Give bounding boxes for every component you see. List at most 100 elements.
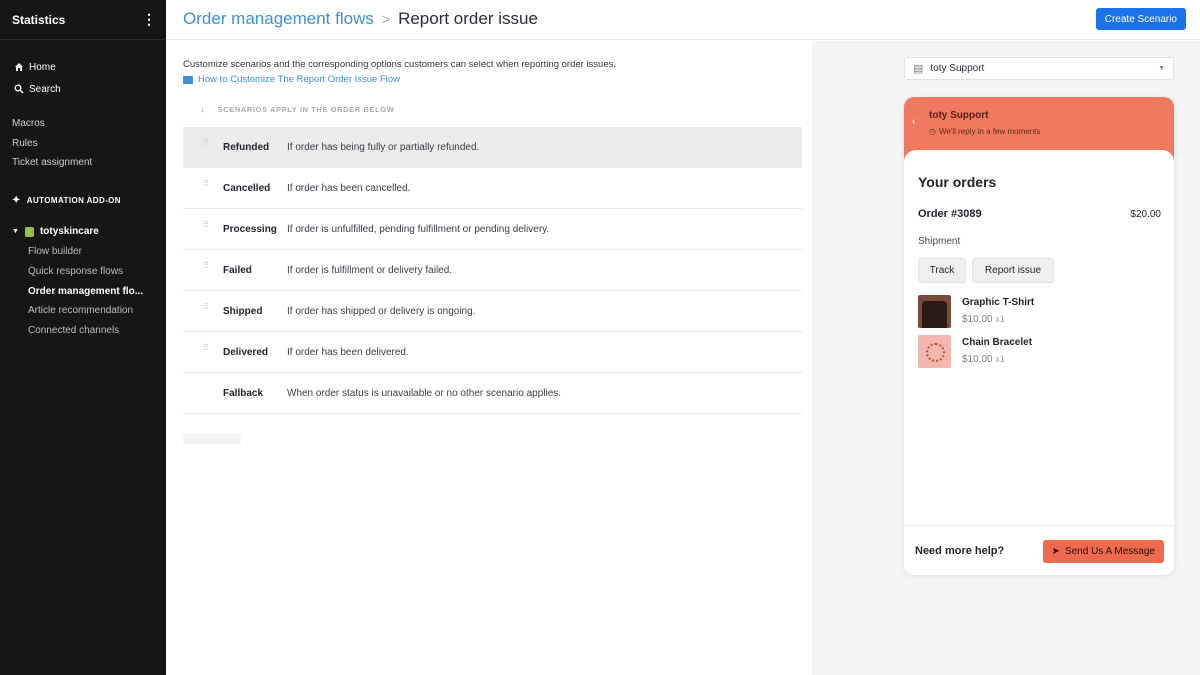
sidebar-title[interactable]: Statistics <box>12 13 65 27</box>
help-link-label: How to Customize The Report Order Issue … <box>198 74 401 85</box>
product-item: Chain Bracelet $10.00 x1 <box>918 335 1032 368</box>
product-price: $10.00 <box>962 314 993 325</box>
drag-handle-icon[interactable]: ⠿ <box>203 139 209 151</box>
sidebar-item-order-management-flows[interactable]: Order management flo... <box>28 286 143 297</box>
drag-handle-icon[interactable]: ⠿ <box>203 180 209 192</box>
loading-placeholder <box>183 434 241 444</box>
drag-handle-icon[interactable]: ⠿ <box>203 262 209 274</box>
sidebar-item-rules[interactable]: Rules <box>12 138 38 149</box>
paper-plane-icon: ➤ <box>1051 546 1060 557</box>
report-issue-button[interactable]: Report issue <box>972 258 1054 283</box>
scenario-name: Failed <box>223 264 252 276</box>
caret-down-icon: ▼ <box>12 228 19 235</box>
back-arrow-icon[interactable]: ‹ <box>912 116 915 127</box>
scenario-description: If order has shipped or delivery is ongo… <box>287 305 476 317</box>
scenario-row-fallback[interactable]: Fallback When order status is unavailabl… <box>183 373 802 414</box>
sidebar-item-macros[interactable]: Macros <box>12 118 45 129</box>
drag-handle-icon[interactable]: ⠿ <box>203 303 209 315</box>
scenario-description: If order has been cancelled. <box>287 182 411 194</box>
arrow-down-icon: ↓ <box>200 104 206 115</box>
sidebar-item-label: Home <box>29 61 56 73</box>
drag-handle-icon[interactable]: ⠿ <box>203 221 209 233</box>
product-image <box>918 335 951 368</box>
scenarios-table: ⠿ Refunded If order has being fully or p… <box>183 127 802 414</box>
widget-subtitle: ◷ We'll reply in a few moments <box>929 127 1040 136</box>
automation-addon-section: ✦ AUTOMATION ADD-ON <box>12 195 121 206</box>
product-price: $10.00 <box>962 354 993 365</box>
sidebar: Statistics ⋮ Home Search Macros Rules Ti… <box>0 0 166 675</box>
orders-title: Your orders <box>918 174 997 190</box>
sidebar-item-search[interactable]: Search <box>14 78 61 100</box>
widget-title: toty Support <box>929 110 989 121</box>
sidebar-item-home[interactable]: Home <box>14 56 61 78</box>
page-header: Order management flows > Report order is… <box>166 0 1200 40</box>
scenario-row-refunded[interactable]: ⠿ Refunded If order has being fully or p… <box>183 127 802 168</box>
clock-icon: ◷ <box>929 127 936 136</box>
product-quantity: x1 <box>995 314 1005 324</box>
product-item: Graphic T-Shirt $10.00 x1 <box>918 295 1034 328</box>
sidebar-header: Statistics ⋮ <box>0 0 166 40</box>
store-toggle[interactable]: ▼ totyskincare <box>12 226 99 237</box>
more-options-icon[interactable]: ⋮ <box>142 11 156 28</box>
create-scenario-button[interactable]: Create Scenario <box>1095 8 1186 30</box>
scenario-row-delivered[interactable]: ⠿ Delivered If order has been delivered. <box>183 332 802 373</box>
reply-time-text: We'll reply in a few moments <box>938 127 1041 136</box>
scenario-name: Cancelled <box>223 182 271 194</box>
track-button[interactable]: Track <box>918 258 966 283</box>
scenario-description: If order is fulfillment or delivery fail… <box>287 264 453 276</box>
product-price-row: $10.00 x1 <box>962 354 1032 365</box>
sidebar-item-quick-response-flows[interactable]: Quick response flows <box>28 266 123 277</box>
channel-select[interactable]: ▤ toty Support ▼ <box>904 57 1174 80</box>
sidebar-item-connected-channels[interactable]: Connected channels <box>28 325 119 336</box>
scenario-description: If order is unfulfilled, pending fulfill… <box>287 223 550 235</box>
shopify-icon <box>24 226 34 237</box>
automation-addon-label: AUTOMATION ADD-ON <box>26 196 121 205</box>
need-help-text: Need more help? <box>915 545 1005 557</box>
book-icon <box>183 75 193 84</box>
shipment-label: Shipment <box>918 236 961 247</box>
scenario-row-processing[interactable]: ⠿ Processing If order is unfulfilled, pe… <box>183 209 802 250</box>
chat-widget-preview: ‹ toty Support ◷ We'll reply in a few mo… <box>904 97 1174 575</box>
send-message-button[interactable]: ➤ Send Us A Message <box>1042 540 1164 563</box>
scenario-description: When order status is unavailable or no o… <box>287 387 562 399</box>
page-title: Report order issue <box>398 9 538 28</box>
scenario-description: If order has been delivered. <box>287 346 409 358</box>
drag-handle-icon[interactable]: ⠿ <box>203 344 209 356</box>
sparkle-icon: ✦ <box>12 195 21 206</box>
order-total: $20.00 <box>1130 209 1161 220</box>
scenario-description: If order has being fully or partially re… <box>287 141 480 153</box>
widget-body: Your orders Order #3089 $20.00 Shipment … <box>904 150 1174 525</box>
scenarios-header-label: SCENARIOS APPLY IN THE ORDER BELOW <box>217 105 395 114</box>
main-content: Customize scenarios and the correspondin… <box>166 41 812 675</box>
scenario-row-shipped[interactable]: ⠿ Shipped If order has shipped or delive… <box>183 291 802 332</box>
help-article-link[interactable]: How to Customize The Report Order Issue … <box>183 74 400 85</box>
send-message-label: Send Us A Message <box>1064 546 1155 557</box>
breadcrumb-parent-link[interactable]: Order management flows <box>183 9 374 29</box>
sidebar-item-label: Search <box>29 83 61 95</box>
product-quantity: x1 <box>995 354 1005 364</box>
product-name: Graphic T-Shirt <box>962 297 1035 308</box>
widget-footer: Need more help? ➤ Send Us A Message <box>904 525 1174 575</box>
scenario-name: Refunded <box>223 141 270 153</box>
chat-icon: ▤ <box>913 63 924 75</box>
preview-panel: ▤ toty Support ▼ ‹ toty Support ◷ We'll … <box>812 41 1200 675</box>
chevron-down-icon: ▼ <box>1158 65 1165 72</box>
store-name: totyskincare <box>39 226 99 237</box>
search-icon <box>14 84 24 94</box>
home-icon <box>15 63 23 71</box>
sidebar-item-ticket-assignment[interactable]: Ticket assignment <box>12 157 92 168</box>
scenario-name: Fallback <box>223 387 264 399</box>
product-image <box>918 295 951 328</box>
sidebar-item-flow-builder[interactable]: Flow builder <box>28 246 82 257</box>
scenario-name: Delivered <box>223 346 269 358</box>
channel-select-value: toty Support <box>930 63 985 74</box>
page-description: Customize scenarios and the correspondin… <box>183 59 617 70</box>
product-price-row: $10.00 x1 <box>962 314 1034 325</box>
sidebar-item-article-recommendation[interactable]: Article recommendation <box>28 305 133 316</box>
sidebar-nav: Home Search <box>14 56 61 100</box>
scenario-row-failed[interactable]: ⠿ Failed If order is fulfillment or deli… <box>183 250 802 291</box>
scenario-row-cancelled[interactable]: ⠿ Cancelled If order has been cancelled. <box>183 168 802 209</box>
breadcrumb: Order management flows > Report order is… <box>183 9 538 29</box>
scenario-name: Shipped <box>223 305 263 317</box>
order-number: Order #3089 <box>918 208 982 220</box>
